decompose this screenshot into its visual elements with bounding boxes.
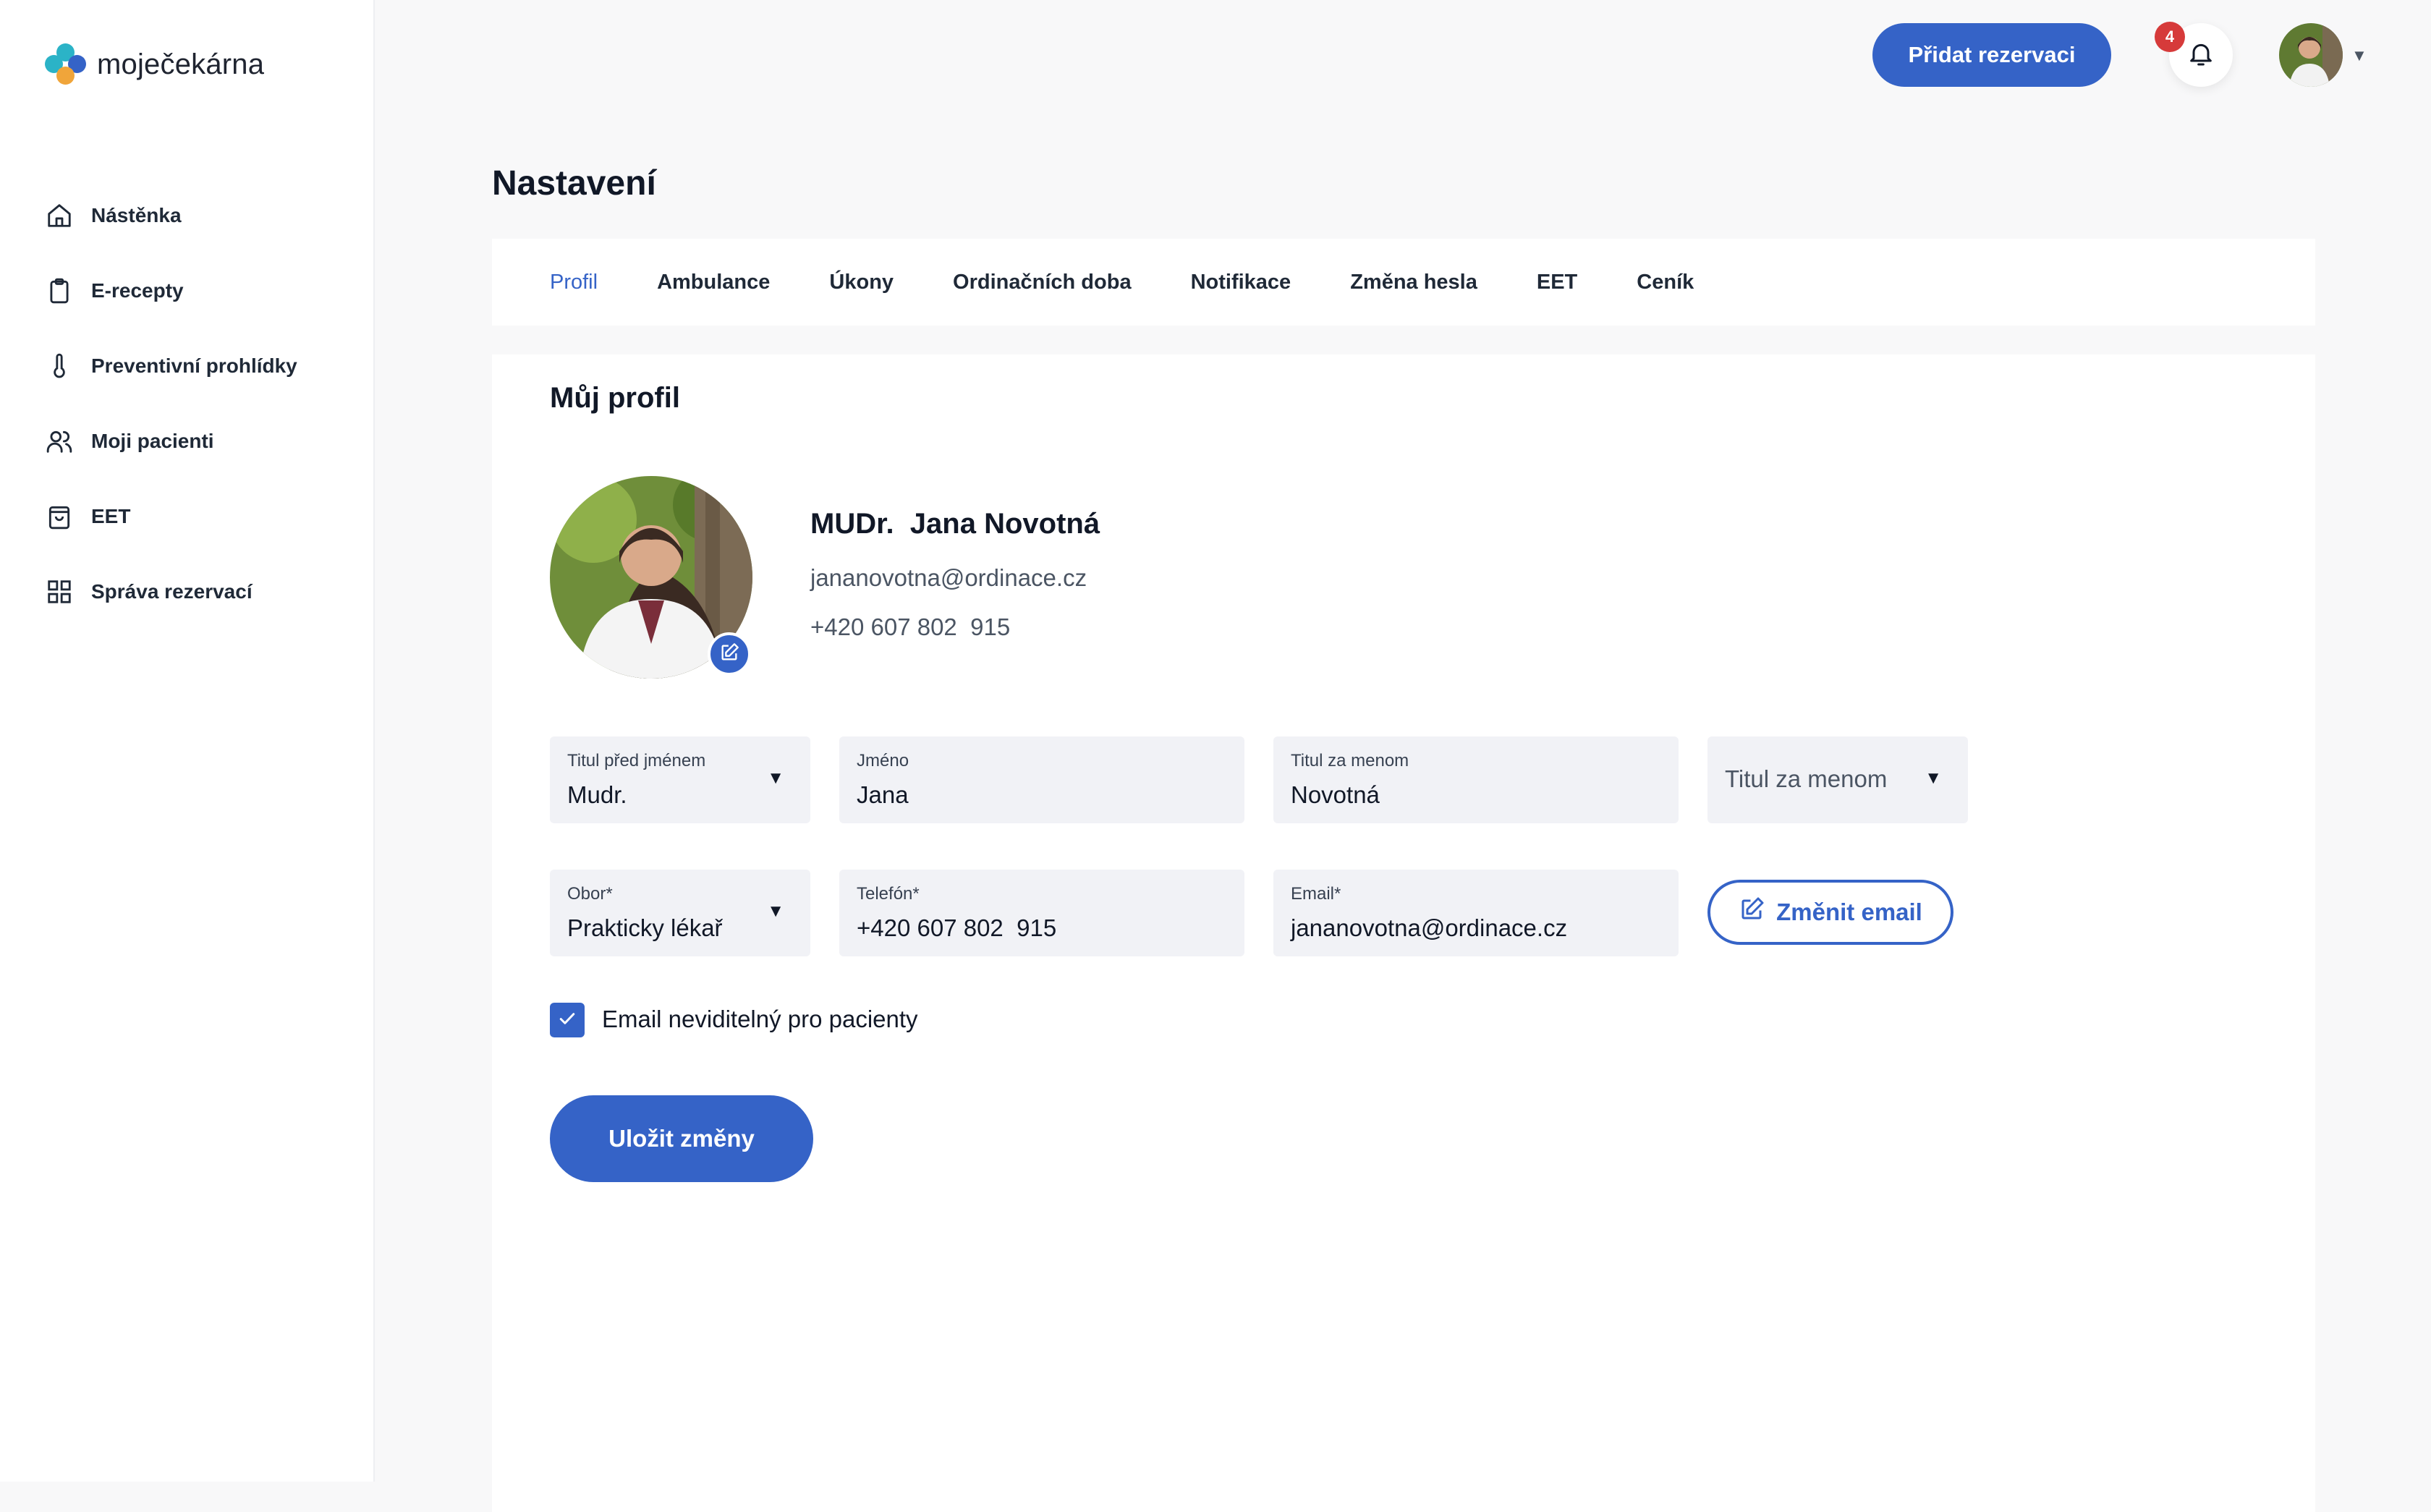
edit-icon: [1739, 896, 1765, 928]
field-value: Prakticky lékař: [567, 914, 723, 941]
profile-name: MUDr. Jana Novotná: [810, 508, 1100, 540]
sidebar-item-moji-pacienti[interactable]: Moji pacienti: [45, 422, 297, 460]
dropdown-arrow-icon: ▼: [767, 901, 784, 921]
field-label: Titul před jménem: [567, 751, 706, 770]
title-after-select[interactable]: Titul za menom ▼: [1707, 736, 1968, 823]
specialty-select[interactable]: Obor* Prakticky lékař ▼: [550, 870, 810, 956]
shopping-bag-icon: [45, 502, 74, 531]
title-before-select[interactable]: Titul před jménem Mudr. ▼: [550, 736, 810, 823]
sidebar-item-label: Moji pacienti: [91, 430, 214, 452]
field-value: +420 607 802 915: [857, 914, 1057, 941]
dropdown-arrow-icon: ▼: [1925, 768, 1942, 788]
sidebar-item-label: EET: [91, 505, 131, 527]
field-value: Jana: [857, 781, 909, 808]
field-value: jananovotna@ordinace.cz: [1291, 914, 1568, 941]
tab-ukony[interactable]: Úkony: [829, 271, 894, 294]
thermometer-icon: [45, 352, 74, 381]
tab-cenik[interactable]: Ceník: [1637, 271, 1694, 294]
logo-mark-icon: [45, 43, 87, 85]
logo[interactable]: moječekárna: [45, 43, 264, 85]
sidebar-item-sprava-rezervaci[interactable]: Správa rezervací: [45, 573, 297, 611]
clipboard-icon: [45, 276, 74, 305]
sidebar-item-label: Správa rezervací: [91, 580, 253, 603]
sidebar-item-nastenka[interactable]: Nástěnka: [45, 197, 297, 234]
profile-phone: +420 607 802 915: [810, 613, 1011, 640]
sidebar-item-e-recepty[interactable]: E-recepty: [45, 272, 297, 310]
tab-notifikace[interactable]: Notifikace: [1191, 271, 1291, 294]
field-placeholder: Titul za menom: [1725, 765, 1888, 792]
sidebar-item-eet[interactable]: EET: [45, 498, 297, 535]
first-name-field[interactable]: Jméno Jana: [839, 736, 1244, 823]
profile-card: Můj profil MUDr. Jana Novotná jananovotn…: [492, 354, 2315, 1512]
tab-eet[interactable]: EET: [1537, 271, 1577, 294]
sidebar: moječekárna Nástěnka E-recepty Preventiv…: [0, 0, 375, 1482]
save-button[interactable]: Uložit změny: [550, 1095, 813, 1182]
add-reservation-button[interactable]: Přidat rezervaci: [1872, 23, 2111, 87]
sidebar-item-label: Nástěnka: [91, 204, 182, 226]
field-label: Telefón*: [857, 884, 920, 904]
sidebar-nav: Nástěnka E-recepty Preventivní prohlídky…: [45, 197, 297, 648]
phone-field[interactable]: Telefón* +420 607 802 915: [839, 870, 1244, 956]
sidebar-item-label: E-recepty: [91, 279, 184, 302]
field-label: Obor*: [567, 884, 613, 904]
tab-ordinacni-doba[interactable]: Ordinačních doba: [953, 271, 1132, 294]
section-title: Můj profil: [550, 382, 680, 414]
settings-tabs: Profil Ambulance Úkony Ordinačních doba …: [492, 239, 2315, 326]
sidebar-item-preventivni-prohlidky[interactable]: Preventivní prohlídky: [45, 347, 297, 385]
home-icon: [45, 201, 74, 230]
change-email-label: Změnit email: [1776, 899, 1922, 925]
email-hidden-label: Email neviditelný pro pacienty: [602, 1006, 918, 1032]
checkmark-icon: [556, 1008, 578, 1033]
field-label: Email*: [1291, 884, 1341, 904]
dropdown-arrow-icon: ▼: [767, 768, 784, 788]
page-title: Nastavení: [492, 164, 656, 203]
grid-icon: [45, 577, 74, 606]
user-avatar[interactable]: [2279, 23, 2343, 87]
bell-icon: [2186, 39, 2215, 72]
edit-photo-button[interactable]: [708, 632, 751, 676]
tab-profil[interactable]: Profil: [550, 271, 598, 294]
email-field[interactable]: Email* jananovotna@ordinace.cz: [1273, 870, 1679, 956]
field-label: Titul za menom: [1291, 751, 1409, 770]
title-after-field[interactable]: Titul za menom Novotná: [1273, 736, 1679, 823]
field-value: Mudr.: [567, 781, 627, 808]
tab-ambulance[interactable]: Ambulance: [657, 271, 770, 294]
edit-icon: [719, 642, 739, 666]
field-label: Jméno: [857, 751, 909, 770]
chevron-down-icon[interactable]: ▼: [2351, 46, 2367, 65]
logo-text: moječekárna: [97, 48, 265, 80]
users-icon: [45, 427, 74, 456]
email-hidden-checkbox[interactable]: [550, 1003, 585, 1037]
notification-badge: 4: [2155, 22, 2185, 52]
sidebar-item-label: Preventivní prohlídky: [91, 354, 297, 377]
change-email-button[interactable]: Změnit email: [1707, 880, 1953, 945]
field-value: Novotná: [1291, 781, 1380, 808]
tab-zmena-hesla[interactable]: Změna hesla: [1350, 271, 1477, 294]
profile-email: jananovotna@ordinace.cz: [810, 564, 1087, 591]
